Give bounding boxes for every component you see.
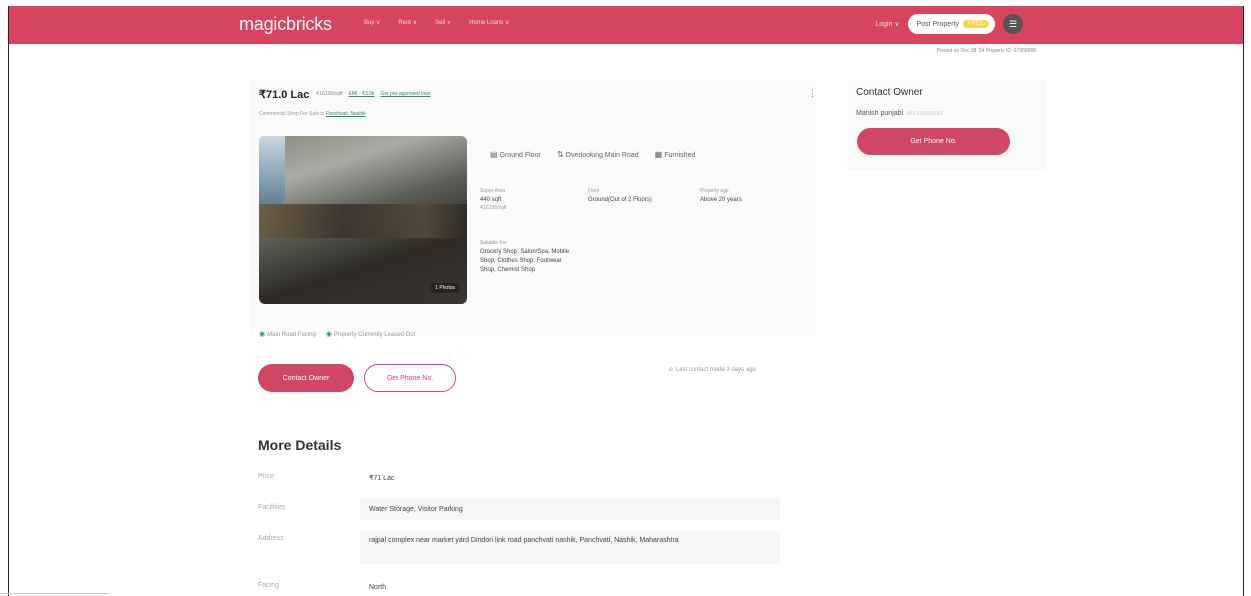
breadcrumb-locality-link[interactable]: Panchvati, Nashik (326, 111, 366, 117)
price: ₹71.0 Lac (259, 89, 310, 101)
contact-owner-card: Contact Owner Manish punjabi +91-XXXXXXXX… (848, 80, 1046, 170)
detail-label: Address (258, 535, 284, 542)
spec-label: Property age (700, 188, 729, 194)
free-badge: FREE (962, 20, 989, 28)
nav-home-loans[interactable]: Home Loans ∨ (469, 19, 509, 26)
feature-label: Furnished (664, 152, 696, 159)
owner-get-phone-button[interactable]: Get Phone No. (857, 128, 1010, 155)
spec-super-area: Super Area 440 sqft ₹16136/sqft (480, 188, 560, 211)
tag-leased: ◉ Property Currently Leased Out (326, 330, 415, 338)
tag-main-road: ◉ Main Road Facing (259, 330, 316, 338)
home-loan-link[interactable]: Get pre-approved loan (381, 91, 431, 97)
detail-label: Facilities (258, 504, 286, 511)
detail-value: ₹71 Lac (369, 475, 395, 482)
main-nav: Buy ∨ Rent ∨ Sell ∨ Home Loans ∨ (364, 19, 509, 26)
people-icon: ☺ (668, 367, 675, 373)
spec-label: Floor (588, 188, 600, 194)
more-options-icon[interactable]: ⋮ (808, 88, 817, 99)
post-property-button[interactable]: Post Property FREE (907, 14, 995, 34)
spec-label: Suitable For (480, 240, 507, 246)
site-logo[interactable]: magicbricks (239, 14, 332, 35)
detail-value: rajpal complex near market yard Dindori … (369, 537, 679, 544)
login-menu[interactable]: Login ∨ (875, 20, 899, 28)
spec-value: Above 20 years (700, 197, 742, 203)
breadcrumb: Commercial Shop For Sale in Panchvati, N… (259, 111, 366, 117)
spec-sub: ₹16136/sqft (480, 205, 507, 211)
feature-label: Overlooking Main Road (565, 152, 639, 159)
photo-count-badge[interactable]: 1 Photos (431, 283, 459, 293)
feature-overlooking: ⇅ Overlooking Main Road (557, 150, 639, 159)
feature-label: Ground Floor (499, 152, 541, 159)
emi-link[interactable]: EMI - ₹3.0k (349, 91, 375, 97)
check-circle-icon: ◉ (325, 331, 332, 338)
spec-value: Grocery Shop, Salon/Spa, Mobile Shop, Cl… (480, 249, 570, 273)
spec-value: Ground(Out of 2 Floors) (588, 197, 652, 203)
photo-detail (259, 204, 467, 238)
header-bar: magicbricks Buy ∨ Rent ∨ Sell ∨ Home Loa… (9, 6, 1243, 44)
check-circle-icon: ◉ (259, 331, 266, 338)
detail-label: Price (258, 473, 274, 480)
nav-rent[interactable]: Rent ∨ (398, 19, 417, 26)
post-property-label: Post Property (916, 20, 959, 28)
price-details: ₹16136/sqft EMI - ₹3.0k Get pre-approved… (316, 91, 431, 97)
owner-name-line: Manish punjabi +91-XXXXXXXX (856, 110, 943, 117)
feature-list: ▤ Ground Floor ⇅ Overlooking Main Road ▦ Fu… (490, 150, 695, 159)
owner-phone-masked: +91-XXXXXXXX (906, 111, 943, 117)
detail-value: North (369, 584, 387, 591)
more-details-title: More Details (258, 437, 342, 453)
price-per-sqft: ₹16136/sqft (316, 91, 343, 97)
header-actions: Login ∨ Post Property FREE ☰ (875, 14, 1023, 34)
property-tags: ◉ Main Road Facing ◉ Property Currently Le… (259, 330, 415, 338)
feature-floor: ▤ Ground Floor (490, 150, 541, 159)
furniture-icon: ▦ (654, 150, 663, 159)
owner-name: Manish punjabi (856, 110, 904, 117)
spec-value: 440 sqft (480, 197, 502, 203)
hamburger-icon[interactable]: ☰ (1003, 14, 1023, 34)
tag-label: Property Currently Leased Out (333, 332, 416, 338)
property-photo[interactable]: 1 Photos (259, 136, 467, 304)
divider (0, 593, 110, 594)
contact-owner-button[interactable]: Contact Owner (258, 364, 354, 392)
spec-label: Super Area (480, 188, 506, 194)
road-icon: ⇅ (556, 150, 564, 159)
posted-info: Posted on Dec 08 '24 Property ID: 679580… (936, 48, 1036, 54)
contact-owner-title: Contact Owner (856, 87, 923, 98)
detail-label: Facing (258, 582, 280, 589)
get-phone-button[interactable]: Get Phone No. (364, 364, 456, 392)
spec-property-age: Property age Above 20 years (700, 188, 790, 205)
nav-sell[interactable]: Sell ∨ (435, 19, 451, 26)
nav-buy[interactable]: Buy ∨ (364, 19, 380, 26)
photo-detail (259, 136, 285, 206)
spec-floor: Floor Ground(Out of 2 Floors) (588, 188, 678, 205)
feature-furnished: ▦ Furnished (655, 150, 696, 159)
breadcrumb-prefix: Commercial Shop For Sale in (259, 111, 325, 117)
stairs-icon: ▤ (490, 150, 498, 159)
detail-value: Water Storage, Visitor Parking (369, 506, 463, 513)
tag-label: Main Road Facing (267, 332, 316, 338)
last-contact-text: Last contact made 3 days ago (675, 367, 756, 373)
spec-suitable-for: Suitable For Grocery Shop, Salon/Spa, Mo… (480, 240, 570, 275)
last-contact-info: ☺ Last contact made 3 days ago (668, 367, 756, 373)
